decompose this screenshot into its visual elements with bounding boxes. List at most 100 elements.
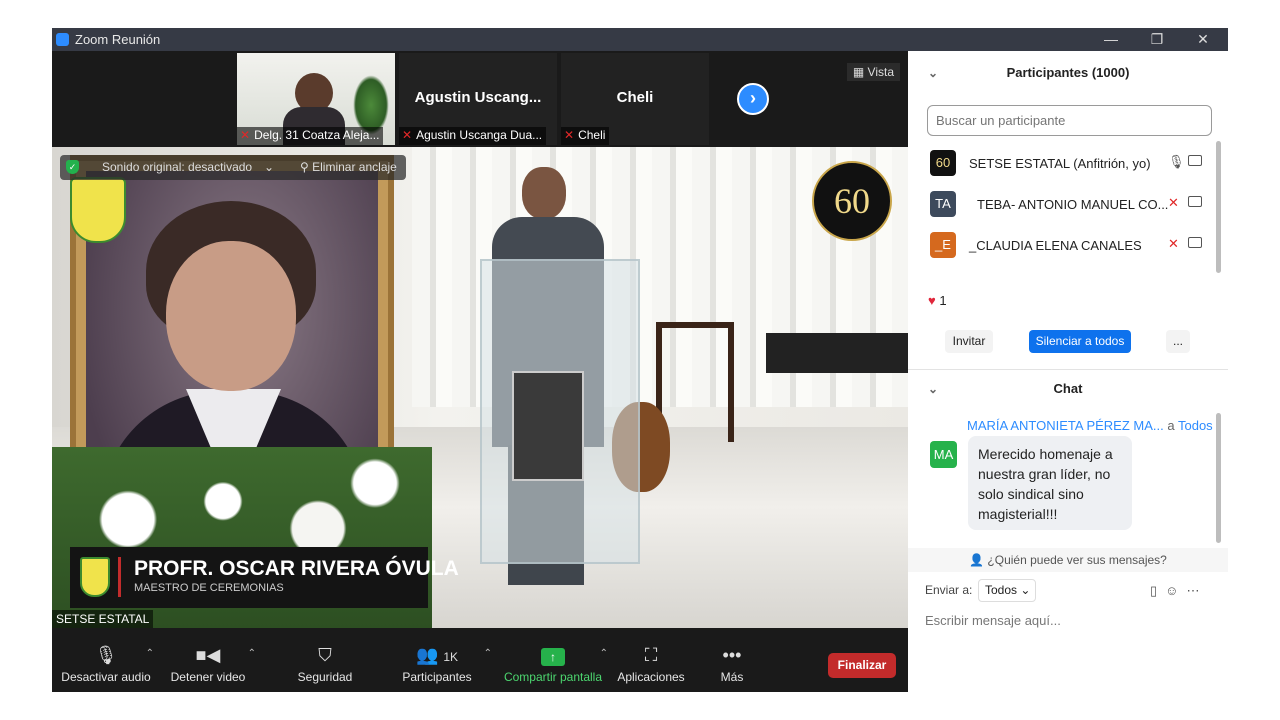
participant-name: SETSE ESTATAL (Anfitrión, yo) [969, 156, 1151, 171]
chevron-up-icon[interactable]: ⌃ [484, 648, 492, 659]
lower-third-logo [80, 557, 110, 597]
video-camera-icon[interactable] [1188, 237, 1202, 248]
speaker-head [522, 167, 566, 219]
security-button[interactable]: ⛉ Seguridad [277, 644, 373, 684]
who-can-see-label: ¿Quién puede ver sus mensajes? [987, 553, 1167, 567]
self-name-label: SETSE ESTATAL [52, 610, 154, 628]
title-bar: Zoom Reunión — ❐ ✕ [52, 28, 1228, 51]
chevron-down-icon: ⌄ [1020, 583, 1031, 597]
chevron-up-icon[interactable]: ⌃ [248, 648, 256, 659]
audio-label: Desactivar audio [61, 670, 151, 684]
who-can-see-link[interactable]: 👤 ¿Quién puede ver sus mensajes? [908, 548, 1228, 572]
reaction-count: 1 [939, 293, 947, 308]
muted-mic-icon: ✕ [240, 128, 251, 142]
chair-image [656, 322, 734, 442]
stop-video-button[interactable]: ■◀ ⌃ Detener video [160, 644, 256, 684]
participant-name: _CLAUDIA ELENA CANALES [969, 238, 1142, 253]
zoom-app-icon [56, 33, 69, 46]
participants-more-button[interactable]: ... [1166, 330, 1190, 353]
more-button[interactable]: ••• Más [684, 644, 780, 684]
shield-icon: ⛉ [318, 645, 332, 665]
more-dots-icon: ••• [722, 645, 742, 665]
invite-button[interactable]: Invitar [945, 330, 993, 353]
view-button[interactable]: ▦ Vista [846, 63, 900, 81]
chat-message: Merecido homenaje a nuestra gran líder, … [968, 436, 1132, 530]
tile-display-name: Agustin Uscang... [414, 89, 542, 106]
video-tile[interactable]: Cheli ✕ Cheli [561, 53, 709, 145]
tile-name-text: Agustin Uscanga Dua... [416, 128, 543, 142]
send-to-label: Enviar a: [925, 583, 973, 597]
tile-name: ✕ Cheli [561, 127, 610, 145]
next-page-button[interactable]: › [737, 83, 769, 115]
participant-row[interactable]: _E _CLAUDIA ELENA CANALES ✕ [908, 225, 1228, 266]
security-label: Seguridad [297, 670, 353, 684]
original-sound-toggle[interactable]: Sonido original: desactivado [102, 160, 252, 174]
restore-button[interactable]: ❐ [1134, 29, 1180, 50]
close-button[interactable]: ✕ [1180, 29, 1226, 50]
keyboard-image [766, 333, 908, 373]
chat-message-input[interactable]: Escribir mensaje aquí... [925, 613, 1061, 628]
unpin-button[interactable]: ⚲ Eliminar anclaje [300, 160, 397, 174]
emoji-icon[interactable]: ☺ [1165, 583, 1186, 598]
participants-scrollbar[interactable] [1216, 141, 1221, 273]
muted-mic-icon[interactable]: ✕ [1168, 195, 1179, 211]
chat-tools: ▯☺⋯ [1150, 583, 1207, 599]
lower-third: PROFR. OSCAR RIVERA ÓVULA MAESTRO DE CER… [70, 547, 459, 608]
grid-icon: ▦ [852, 65, 868, 79]
lower-third-name: PROFR. OSCAR RIVERA ÓVULA [134, 557, 459, 580]
window-title: Zoom Reunión [75, 32, 161, 47]
participants-label: Participantes [402, 670, 472, 684]
tile-name-text: Cheli [578, 128, 606, 142]
muted-mic-icon[interactable]: ✕ [1168, 236, 1179, 252]
participants-button[interactable]: 👥 1K ⌃ Participantes [382, 644, 492, 684]
chevron-down-icon[interactable]: ⌄ [264, 160, 274, 174]
reaction-indicator: ♥ 1 [928, 293, 947, 308]
video-area: ✕ Delg. 31 Coatza Aleja... Agustin Uscang… [52, 51, 908, 628]
share-screen-button[interactable]: ↑ ⌃ Compartir pantalla [498, 644, 608, 684]
person-icon: 👤 [969, 553, 988, 567]
video-camera-icon: ■◀ [195, 645, 221, 665]
anniversary-logo: 60 [812, 161, 892, 241]
portrait-face [166, 241, 296, 391]
mute-audio-button[interactable]: 🎙 ⌃ Desactivar audio [58, 644, 154, 684]
mute-all-button[interactable]: Silenciar a todos [1029, 330, 1131, 353]
recipient-value: Todos [985, 583, 1018, 597]
sender-name[interactable]: MARÍA ANTONIETA PÉREZ MA... [967, 418, 1164, 433]
share-label: Compartir pantalla [503, 670, 603, 684]
chat-title: Chat [1053, 381, 1083, 396]
participant-row[interactable]: TA TEBA- ANTONIO MANUEL CO... ✕ [908, 184, 1228, 225]
end-meeting-button[interactable]: Finalizar [828, 653, 896, 678]
video-tile[interactable]: ✕ Delg. 31 Coatza Aleja... [237, 53, 395, 145]
chevron-up-icon[interactable]: ⌃ [146, 648, 154, 659]
file-icon[interactable]: ▯ [1150, 583, 1165, 598]
video-camera-icon[interactable] [1188, 196, 1202, 207]
chat-scrollbar[interactable] [1216, 413, 1221, 543]
chat-header: ⌄ Chat [908, 369, 1228, 409]
recipient-select[interactable]: Todos ⌄ [978, 579, 1036, 602]
collapse-participants-icon[interactable]: ⌄ [928, 51, 938, 95]
video-label: Detener video [170, 670, 246, 684]
unpin-label: Eliminar anclaje [312, 160, 397, 174]
tile-name: ✕ Delg. 31 Coatza Aleja... [237, 127, 384, 145]
participants-title: Participantes (1000) [1006, 65, 1130, 80]
avatar: 60 [930, 150, 956, 176]
video-tile[interactable]: Agustin Uscang... ✕ Agustin Uscanga Dua..… [399, 53, 557, 145]
avatar: MA [930, 441, 957, 468]
share-icon: ↑ [498, 644, 608, 670]
participant-search-input[interactable] [927, 105, 1212, 136]
participant-row[interactable]: 60 SETSE ESTATAL (Anfitrión, yo) 🎙 [908, 143, 1228, 184]
more-dots-icon[interactable]: ⋯ [1186, 583, 1207, 598]
view-label: Vista [867, 65, 894, 79]
more-label: Más [720, 670, 744, 684]
video-camera-icon[interactable] [1188, 155, 1202, 166]
participant-name: TEBA- ANTONIO MANUEL CO... [977, 197, 1169, 212]
podium-logo [512, 371, 584, 481]
lower-third-role: MAESTRO DE CEREMONIAS [134, 582, 284, 594]
minimize-button[interactable]: — [1088, 29, 1134, 50]
participants-count: 1K [443, 650, 459, 664]
participant-list: 60 SETSE ESTATAL (Anfitrión, yo) 🎙 TA TE… [908, 143, 1228, 273]
main-video: 60 ✓ Sonido original: desactivado ⌄ ⚲ El… [52, 147, 908, 628]
collapse-chat-icon[interactable]: ⌄ [928, 369, 938, 409]
microphone-icon[interactable]: 🎙 [1168, 154, 1185, 170]
recipient: Todos [1177, 418, 1213, 433]
